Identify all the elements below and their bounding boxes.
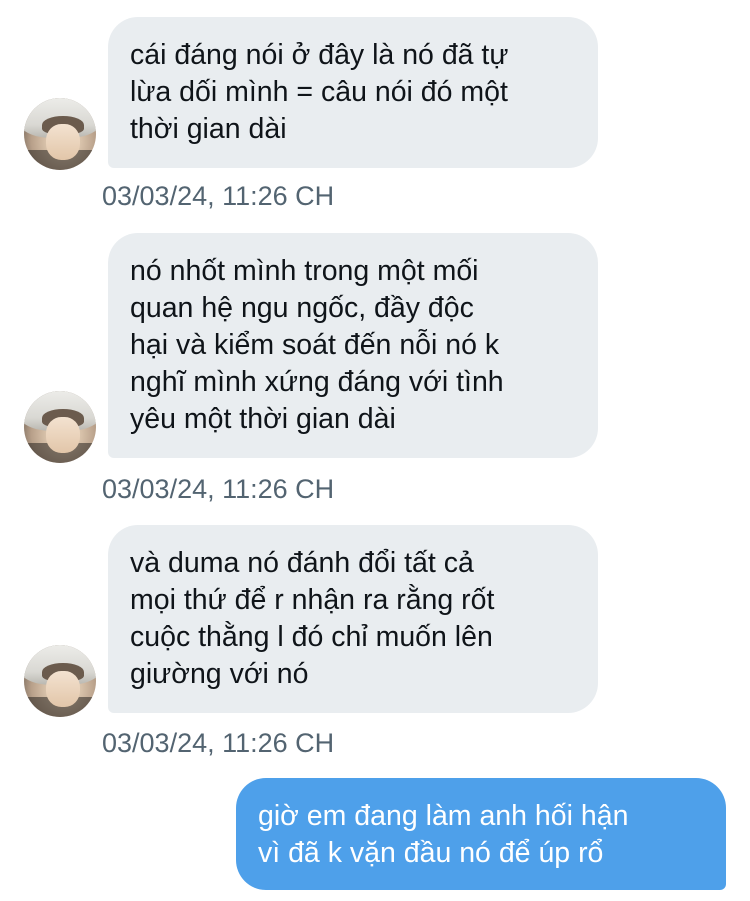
- avatar-face: [46, 417, 80, 453]
- sender-avatar[interactable]: [24, 98, 96, 170]
- sender-avatar[interactable]: [24, 645, 96, 717]
- incoming-message-bubble[interactable]: và duma nó đánh đổi tất cả mọi thứ để r …: [108, 525, 598, 713]
- avatar-face: [46, 124, 80, 160]
- message-timestamp: 03/03/24, 11:26 CH: [102, 181, 335, 211]
- message-timestamp: 03/03/24, 11:26 CH: [102, 474, 335, 504]
- avatar-face: [46, 671, 80, 707]
- incoming-message-bubble[interactable]: cái đáng nói ở đây là nó đã tự lừa dối m…: [108, 17, 598, 168]
- message-thread: cái đáng nói ở đây là nó đã tự lừa dối m…: [0, 0, 750, 901]
- sender-avatar[interactable]: [24, 391, 96, 463]
- message-timestamp: 03/03/24, 11:26 CH: [102, 728, 335, 758]
- outgoing-message-bubble[interactable]: giờ em đang làm anh hối hận vì đã k vặn …: [236, 778, 726, 890]
- incoming-message-bubble[interactable]: nó nhốt mình trong một mối quan hệ ngu n…: [108, 233, 598, 458]
